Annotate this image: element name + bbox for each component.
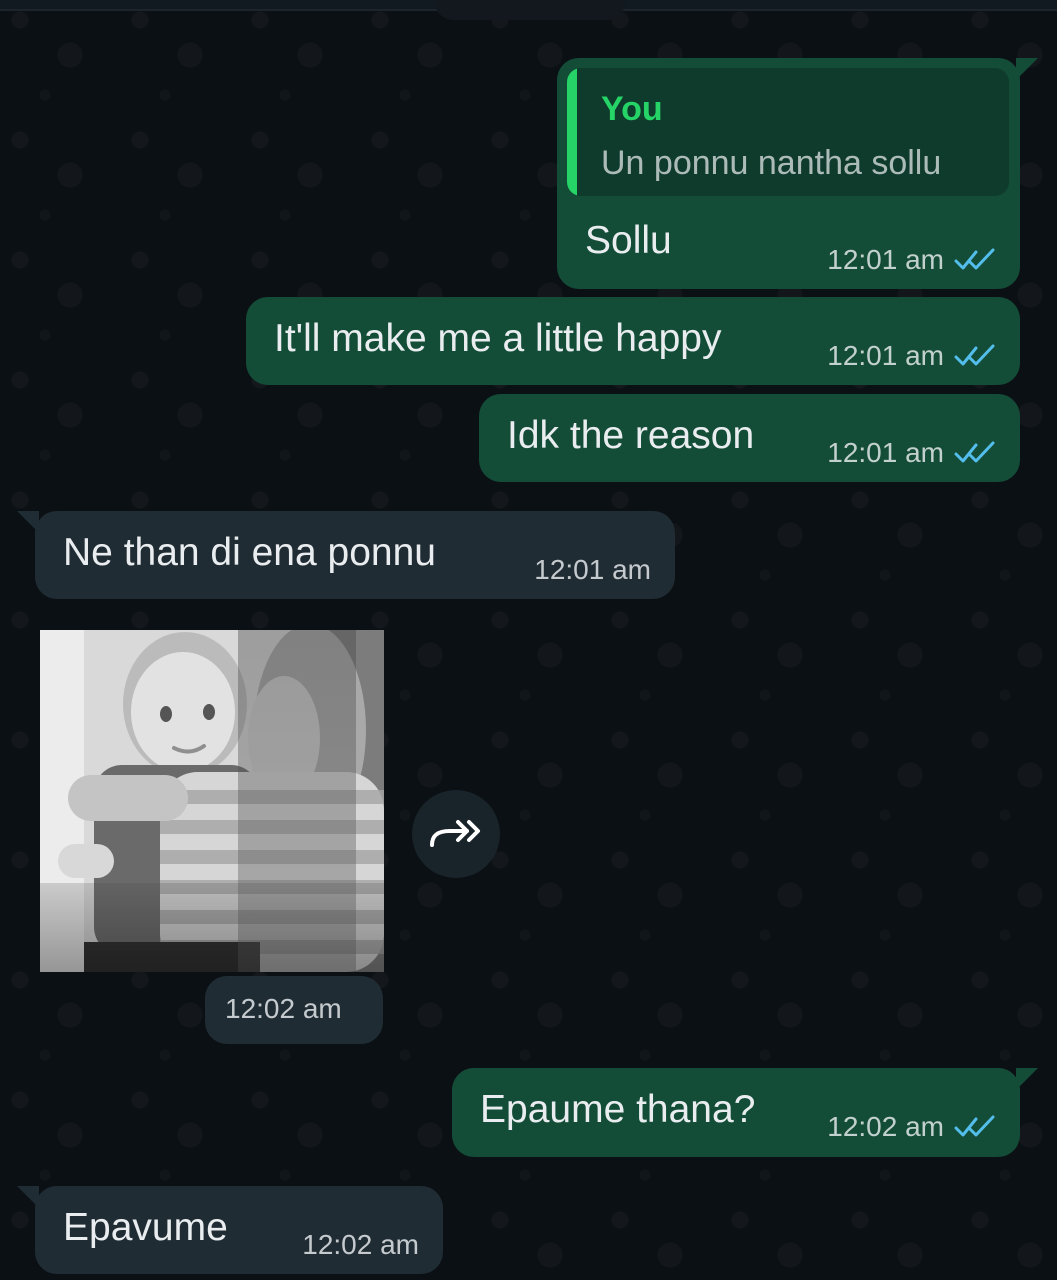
double-check-icon bbox=[954, 1115, 995, 1137]
message-bubble-outgoing[interactable]: It'll make me a little happy 12:01 am bbox=[246, 297, 1020, 385]
forward-icon bbox=[430, 820, 480, 847]
double-check-icon bbox=[954, 248, 995, 270]
message-bubble-outgoing[interactable]: Epaume thana? 12:02 am bbox=[452, 1068, 1038, 1157]
message-bubble-incoming[interactable]: Ne than di ena ponnu 12:01 am bbox=[17, 511, 675, 599]
forward-button[interactable] bbox=[412, 790, 500, 878]
message-text: Epavume bbox=[63, 1206, 228, 1249]
message-meta: 12:02 am bbox=[302, 1229, 419, 1261]
message-time: 12:02 am bbox=[827, 1111, 944, 1142]
quoted-reply[interactable]: You Un ponnu nantha sollu bbox=[567, 68, 1009, 196]
message-text: Idk the reason bbox=[507, 414, 755, 457]
top-notch bbox=[435, 0, 625, 20]
double-check-icon bbox=[954, 441, 995, 463]
message-bubble-outgoing[interactable]: You Un ponnu nantha sollu Sollu 12:01 am bbox=[557, 58, 1038, 289]
message-meta: 12:01 am bbox=[827, 340, 996, 372]
chat-photo[interactable] bbox=[40, 630, 384, 972]
message-time: 12:02 am bbox=[302, 1229, 419, 1260]
message-meta: 12:02 am bbox=[827, 1111, 996, 1143]
children-photo bbox=[40, 630, 384, 972]
quoted-author: You bbox=[601, 90, 663, 128]
message-meta: 12:01 am bbox=[827, 244, 996, 276]
message-text: It'll make me a little happy bbox=[274, 317, 722, 360]
message-time: 12:01 am bbox=[827, 244, 944, 275]
message-text: Ne than di ena ponnu bbox=[63, 531, 436, 574]
message-time: 12:01 am bbox=[534, 554, 651, 585]
quoted-message-text: Un ponnu nantha sollu bbox=[601, 144, 942, 182]
message-bubble-outgoing[interactable]: Idk the reason 12:01 am bbox=[479, 394, 1020, 482]
message-time: 12:01 am bbox=[827, 437, 944, 468]
image-time-pill: 12:02 am bbox=[205, 976, 383, 1044]
message-text: Epaume thana? bbox=[480, 1088, 756, 1131]
message-meta: 12:02 am bbox=[225, 993, 342, 1025]
message-text: Sollu bbox=[585, 219, 672, 262]
message-meta: 12:01 am bbox=[534, 554, 651, 586]
double-check-icon bbox=[954, 344, 995, 366]
message-time: 12:01 am bbox=[827, 340, 944, 371]
message-time: 12:02 am bbox=[225, 993, 342, 1024]
quote-accent-bar bbox=[567, 68, 577, 196]
message-bubble-incoming[interactable]: Epavume 12:02 am bbox=[17, 1186, 443, 1274]
message-meta: 12:01 am bbox=[827, 437, 996, 469]
